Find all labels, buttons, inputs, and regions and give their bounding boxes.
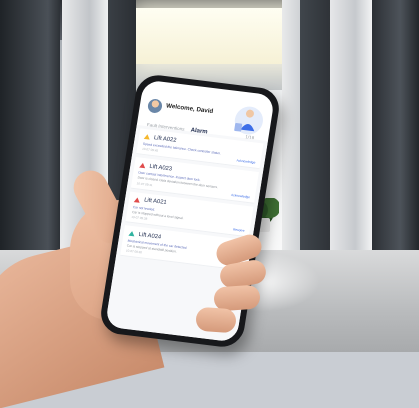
- alarm-action-link[interactable]: Acknowledge: [236, 159, 255, 166]
- warning-triangle-icon: [143, 133, 151, 140]
- alarm-action-link[interactable]: Resolve: [233, 227, 245, 233]
- alarm-time: 10-07 09:38: [131, 214, 148, 221]
- alarm-time: 10-07 09:45: [141, 146, 159, 153]
- hand-finger: [195, 306, 237, 334]
- avatar[interactable]: [146, 98, 164, 114]
- alarm-title: Lift A023: [148, 163, 173, 173]
- warning-triangle-icon: [128, 230, 136, 237]
- alarm-title: Lift A022: [153, 134, 177, 144]
- warning-triangle-icon: [139, 162, 146, 169]
- alarm-list: Lift A022 Speed exceeded the tolerance. …: [104, 124, 268, 343]
- alarm-time: 10-07 09:41: [136, 180, 153, 187]
- alarm-action-link[interactable]: Acknowledge: [231, 193, 250, 200]
- alarm-title: Lift A024: [138, 231, 162, 241]
- warning-triangle-icon: [133, 196, 141, 203]
- alarm-title: Lift A021: [143, 197, 167, 207]
- welcome-text: Welcome, David: [165, 102, 214, 116]
- alarm-time: 10-07 09:30: [125, 248, 143, 255]
